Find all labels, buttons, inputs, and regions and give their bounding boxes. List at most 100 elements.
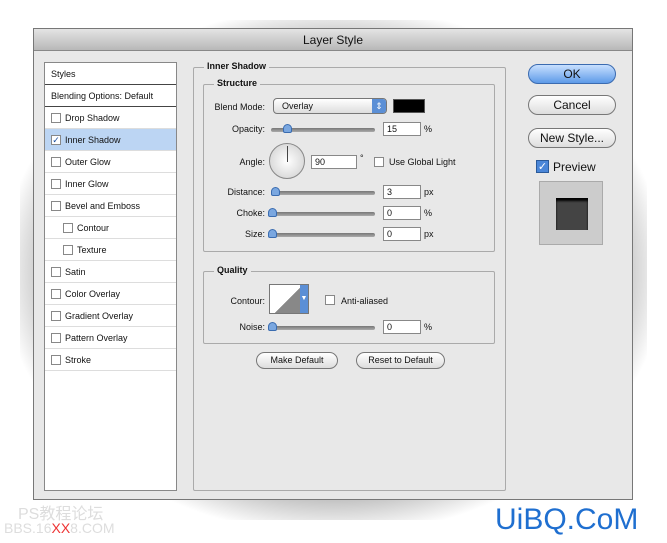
checkbox[interactable] (51, 310, 61, 321)
quality-title: Quality (214, 265, 251, 275)
angle-unit: ° (360, 153, 364, 163)
checkbox[interactable] (51, 266, 61, 277)
noise-input[interactable]: 0 (383, 320, 421, 334)
cancel-button[interactable]: Cancel (528, 95, 616, 115)
preview-swatch (556, 198, 588, 230)
window-title: Layer Style (34, 29, 632, 51)
slider-thumb[interactable] (268, 322, 277, 331)
sidebar-item-label: Bevel and Emboss (65, 200, 141, 211)
sidebar-item-styles[interactable]: Styles (45, 63, 176, 85)
sidebar-item-outer-glow[interactable]: Outer Glow (45, 151, 176, 173)
angle-dial[interactable] (269, 143, 305, 179)
blend-mode-value: Overlay (282, 101, 314, 111)
preview-checkbox[interactable]: ✓ (536, 160, 549, 173)
global-light-checkbox[interactable] (374, 157, 384, 167)
sidebar-item-label: Color Overlay (65, 288, 121, 299)
contour-label: Contour: (230, 296, 265, 306)
sidebar-item-bevel-and-emboss[interactable]: Bevel and Emboss (45, 195, 176, 217)
checkbox[interactable] (51, 112, 61, 123)
size-unit: px (424, 229, 434, 239)
quality-group: Quality Contour: ▼ Anti-aliased Noise: 0… (203, 265, 495, 344)
chevron-down-icon: ▼ (300, 285, 308, 313)
sidebar-item-contour[interactable]: Contour (45, 217, 176, 239)
sidebar-item-texture[interactable]: Texture (45, 239, 176, 261)
slider-thumb[interactable] (271, 187, 280, 196)
watermark-right: UiBQ.CoM (495, 503, 639, 536)
sidebar-item-label: Blending Options: Default (51, 90, 154, 101)
sidebar-item-stroke[interactable]: Stroke (45, 349, 176, 371)
anti-aliased-checkbox[interactable] (325, 295, 335, 305)
watermark-left-url: BBS.16XX8.COM (4, 520, 115, 536)
sidebar-item-drop-shadow[interactable]: Drop Shadow (45, 107, 176, 129)
size-slider[interactable] (268, 229, 375, 238)
ok-button[interactable]: OK (528, 64, 616, 84)
make-default-button[interactable]: Make Default (256, 352, 338, 369)
anti-aliased-label: Anti-aliased (341, 296, 389, 306)
sidebar-item-blending-options-default[interactable]: Blending Options: Default (45, 85, 176, 107)
choke-slider[interactable] (268, 208, 375, 217)
sidebar-item-label: Pattern Overlay (65, 332, 128, 343)
checkbox[interactable] (51, 156, 61, 167)
sidebar-item-label: Contour (77, 222, 110, 233)
layer-style-dialog: Layer Style Styles Blending Options: Defa… (33, 28, 633, 500)
checkbox[interactable]: ✓ (51, 134, 61, 145)
checkbox[interactable] (63, 244, 73, 255)
noise-label: Noise: (239, 322, 265, 332)
checkbox[interactable] (51, 354, 61, 365)
choke-input[interactable]: 0 (383, 206, 421, 220)
sidebar-item-label: Texture (77, 244, 107, 255)
noise-slider[interactable] (268, 322, 375, 331)
chevron-updown-icon: ⇕ (372, 99, 386, 113)
sidebar-item-label: Stroke (65, 354, 92, 365)
sidebar-item-inner-shadow[interactable]: ✓ Inner Shadow (45, 129, 176, 151)
inner-shadow-group: Inner Shadow Structure Blend Mode: Overl… (193, 61, 506, 491)
distance-unit: px (424, 187, 434, 197)
sidebar-item-label: Drop Shadow (65, 112, 120, 123)
sidebar-item-color-overlay[interactable]: Color Overlay (45, 283, 176, 305)
angle-input[interactable]: 90 (311, 155, 357, 169)
slider-thumb[interactable] (283, 124, 292, 133)
opacity-slider[interactable] (271, 124, 375, 133)
checkbox[interactable] (51, 288, 61, 299)
distance-slider[interactable] (271, 187, 375, 196)
distance-label: Distance: (227, 187, 265, 197)
reset-to-default-button[interactable]: Reset to Default (356, 352, 445, 369)
checkbox[interactable] (51, 200, 61, 211)
preview-label: Preview (553, 160, 596, 174)
sidebar-item-label: Outer Glow (65, 156, 111, 167)
angle-needle (287, 146, 288, 162)
sidebar-item-label: Satin (65, 266, 86, 277)
distance-input[interactable]: 3 (383, 185, 421, 199)
structure-group: Structure Blend Mode: Overlay ⇕ Opacity: … (203, 78, 495, 252)
checkbox[interactable] (51, 332, 61, 343)
sidebar-item-inner-glow[interactable]: Inner Glow (45, 173, 176, 195)
opacity-unit: % (424, 124, 433, 134)
shadow-color-swatch[interactable] (393, 99, 425, 113)
angle-label: Angle: (239, 157, 265, 167)
blend-mode-select[interactable]: Overlay ⇕ (273, 98, 387, 114)
structure-title: Structure (214, 78, 261, 88)
size-input[interactable]: 0 (383, 227, 421, 241)
opacity-input[interactable]: 15 (383, 122, 421, 136)
contour-picker[interactable]: ▼ (269, 284, 309, 314)
opacity-label: Opacity: (231, 124, 265, 134)
preview-thumbnail (539, 181, 603, 245)
styles-list: Styles Blending Options: Default Drop Shad… (44, 62, 177, 491)
sidebar-item-label: Inner Glow (65, 178, 109, 189)
sidebar-item-label: Inner Shadow (65, 134, 121, 145)
sidebar-item-label: Gradient Overlay (65, 310, 134, 321)
sidebar-item-pattern-overlay[interactable]: Pattern Overlay (45, 327, 176, 349)
group-title: Inner Shadow (204, 61, 270, 71)
sidebar-item-gradient-overlay[interactable]: Gradient Overlay (45, 305, 176, 327)
new-style-button[interactable]: New Style... (528, 128, 616, 148)
noise-unit: % (424, 322, 433, 332)
global-light-label: Use Global Light (389, 157, 456, 167)
choke-unit: % (424, 208, 433, 218)
slider-thumb[interactable] (268, 208, 277, 217)
checkbox[interactable] (51, 178, 61, 189)
checkbox[interactable] (63, 222, 73, 233)
sidebar-item-satin[interactable]: Satin (45, 261, 176, 283)
slider-thumb[interactable] (268, 229, 277, 238)
sidebar-item-label: Styles (51, 68, 76, 79)
choke-label: Choke: (236, 208, 265, 218)
